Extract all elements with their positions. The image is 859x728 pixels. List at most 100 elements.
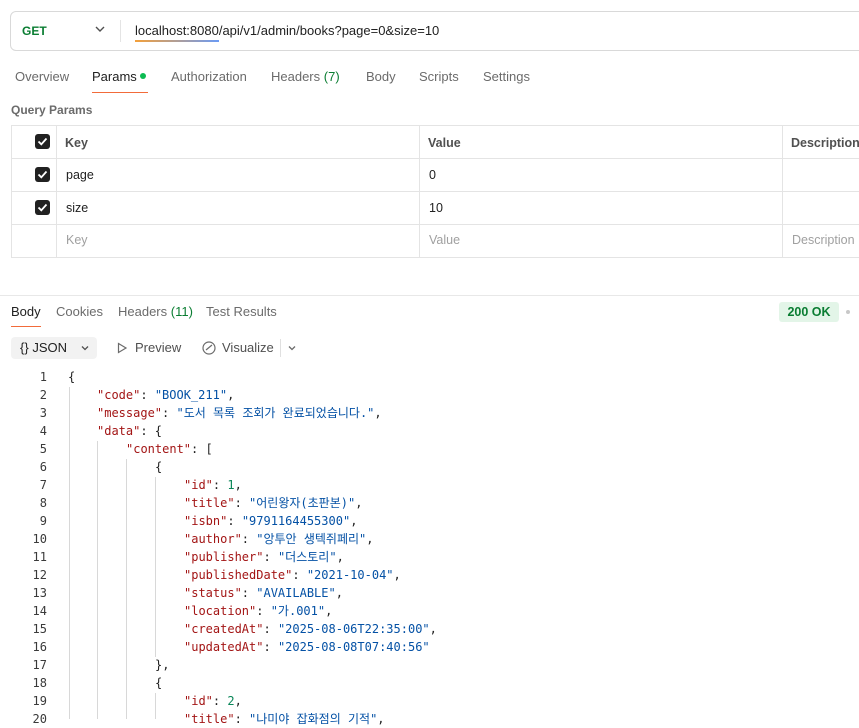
- new-param-value-input[interactable]: Value: [429, 233, 460, 247]
- active-tab-indicator: [11, 326, 41, 327]
- code-line: 17},: [0, 656, 859, 674]
- json-key: "id": [184, 694, 213, 708]
- json-punctuation: ,: [325, 604, 333, 618]
- code-text: "updatedAt": "2025-08-08T07:40:56": [184, 638, 430, 656]
- code-line: 2 "code": "BOOK_211",: [0, 386, 859, 404]
- tab-headers[interactable]: Headers (7): [271, 69, 340, 84]
- code-line: 7 "id": 1,: [0, 476, 859, 494]
- active-tab-indicator: [92, 92, 148, 93]
- pane-divider[interactable]: [0, 295, 859, 296]
- json-key: "updatedAt": [184, 640, 264, 654]
- response-tab-headers-count: (11): [170, 304, 193, 319]
- param-checkbox[interactable]: [35, 200, 50, 215]
- table-row-divider: [11, 191, 859, 192]
- json-punctuation: ,: [393, 568, 401, 582]
- json-string: "앙투안 생텍쥐페리": [256, 532, 367, 546]
- line-number: 6: [39, 460, 47, 474]
- json-punctuation: :: [234, 712, 250, 726]
- json-key: "publisher": [184, 550, 264, 564]
- code-line: 20 "title": "나미야 잡화점의 기적",: [0, 710, 859, 728]
- visualize-icon[interactable]: [201, 340, 217, 356]
- param-key[interactable]: size: [66, 201, 88, 215]
- code-line: 12 "publishedDate": "2021-10-04",: [0, 566, 859, 584]
- json-punctuation: ,: [350, 514, 358, 528]
- column-header-description: Description: [791, 136, 859, 150]
- code-line: 13 "status": "AVAILABLE",: [0, 584, 859, 602]
- chevron-down-icon[interactable]: [94, 23, 106, 35]
- json-punctuation: ,: [227, 388, 235, 402]
- preview-button[interactable]: Preview: [135, 340, 181, 355]
- line-number: 17: [32, 658, 47, 672]
- json-punctuation: ,: [335, 586, 343, 600]
- chevron-down-icon[interactable]: [287, 343, 297, 353]
- line-number: 3: [39, 406, 47, 420]
- response-body-code[interactable]: 1{2 "code": "BOOK_211", 3 "message": "도서 목록…: [0, 368, 859, 728]
- play-icon[interactable]: [116, 342, 128, 354]
- json-punctuation: :: [162, 406, 177, 420]
- new-param-description-input[interactable]: Description: [792, 233, 855, 247]
- code-text: "title": "어린왕자(초판본)",: [184, 494, 362, 512]
- response-tab-body[interactable]: Body: [11, 304, 41, 319]
- json-key: "createdAt": [184, 622, 264, 636]
- code-text: "title": "나미야 잡화점의 기적",: [184, 710, 385, 728]
- response-tab-headers[interactable]: Headers (11): [118, 304, 193, 319]
- check-icon: [37, 137, 48, 146]
- json-key: "title": [184, 496, 235, 510]
- tab-settings[interactable]: Settings: [483, 69, 530, 84]
- line-number: 15: [32, 622, 47, 636]
- json-punctuation: : {: [140, 424, 163, 438]
- code-text: },: [155, 656, 169, 674]
- json-punctuation: :: [140, 388, 155, 402]
- json-key: "message": [97, 406, 163, 420]
- line-number: 5: [39, 442, 47, 456]
- json-string: "2021-10-04": [306, 568, 394, 582]
- tab-scripts[interactable]: Scripts: [419, 69, 459, 84]
- code-line: 15 "createdAt": "2025-08-06T22:35:00",: [0, 620, 859, 638]
- url-input[interactable]: localhost:8080/api/v1/admin/books?page=0…: [135, 23, 439, 38]
- param-checkbox[interactable]: [35, 167, 50, 182]
- json-punctuation: :: [241, 586, 257, 600]
- new-param-key-input[interactable]: Key: [66, 233, 88, 247]
- param-key[interactable]: page: [66, 168, 94, 182]
- tab-authorization[interactable]: Authorization: [171, 69, 247, 84]
- json-punctuation: :: [292, 568, 307, 582]
- params-active-dot: [140, 73, 146, 79]
- tab-overview[interactable]: Overview: [15, 69, 69, 84]
- divider: [120, 20, 121, 42]
- tab-headers-label: Headers: [271, 69, 321, 84]
- response-tab-cookies[interactable]: Cookies: [56, 304, 103, 319]
- format-value: JSON: [32, 340, 67, 355]
- json-punctuation: },: [155, 658, 170, 672]
- json-punctuation: :: [227, 514, 242, 528]
- json-key: "data": [97, 424, 141, 438]
- param-value[interactable]: 0: [429, 168, 436, 182]
- table-col-divider: [419, 125, 420, 258]
- divider: [280, 339, 281, 357]
- param-value[interactable]: 10: [429, 201, 443, 215]
- tab-params[interactable]: Params: [92, 69, 137, 84]
- method-select[interactable]: GET: [22, 24, 47, 38]
- code-line: 10 "author": "앙투안 생텍쥐페리",: [0, 530, 859, 548]
- table-col-divider: [782, 125, 783, 258]
- code-line: 8 "title": "어린왕자(초판본)",: [0, 494, 859, 512]
- json-key: "code": [97, 388, 141, 402]
- response-tab-test-results[interactable]: Test Results: [206, 304, 277, 319]
- code-line: 16 "updatedAt": "2025-08-08T07:40:56": [0, 638, 859, 656]
- json-string: "가.001": [270, 604, 326, 618]
- tab-body[interactable]: Body: [366, 69, 396, 84]
- status-badge[interactable]: 200 OK: [779, 302, 839, 322]
- code-text: {: [155, 674, 162, 692]
- json-punctuation: {: [155, 676, 163, 690]
- json-string: "2025-08-08T07:40:56": [277, 640, 430, 654]
- code-text: "id": 2,: [184, 692, 242, 710]
- json-punctuation: ,: [374, 406, 382, 420]
- json-punctuation: ,: [336, 550, 344, 564]
- json-punctuation: :: [263, 550, 278, 564]
- code-line: 1{: [0, 368, 859, 386]
- json-punctuation: ,: [377, 712, 385, 726]
- code-line: 9 "isbn": "9791164455300",: [0, 512, 859, 530]
- code-text: "isbn": "9791164455300",: [184, 512, 357, 530]
- select-all-checkbox[interactable]: [35, 134, 50, 149]
- code-text: "createdAt": "2025-08-06T22:35:00",: [184, 620, 437, 638]
- visualize-button[interactable]: Visualize: [222, 340, 274, 355]
